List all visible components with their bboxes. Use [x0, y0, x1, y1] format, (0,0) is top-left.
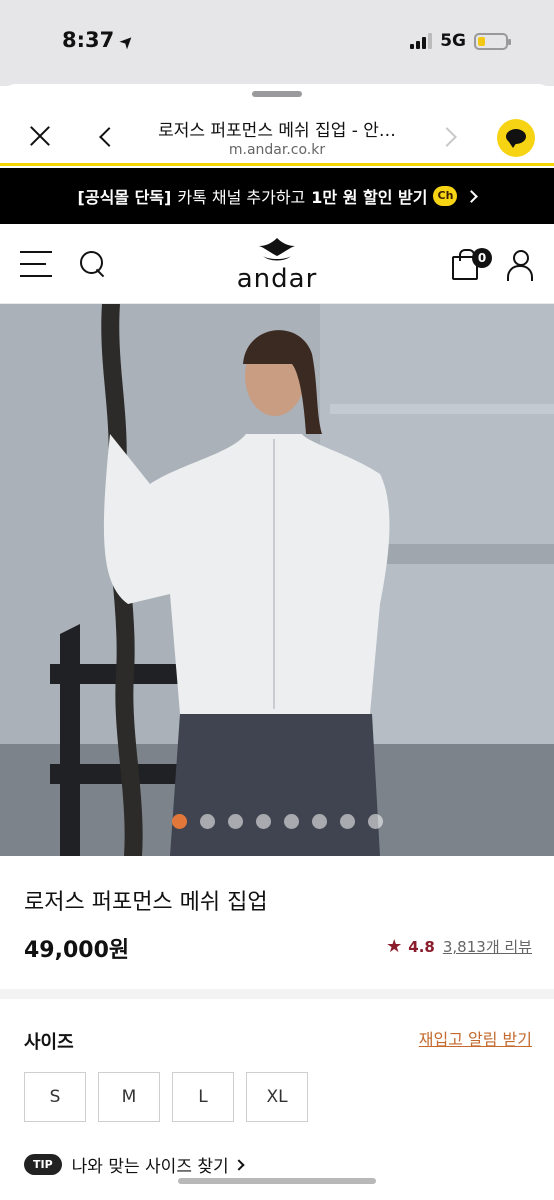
- andar-logo[interactable]: andar: [217, 236, 337, 296]
- browser-sheet: 로저스 퍼포먼스 메쉬 집업 - 안… m.andar.co.kr [공식몰 단…: [0, 84, 554, 1200]
- kakao-chat-button[interactable]: [497, 119, 535, 157]
- chevron-right-icon: [232, 1158, 245, 1171]
- sheet-grabber[interactable]: [252, 91, 302, 97]
- status-time: 8:37➤: [62, 28, 139, 54]
- gallery-dot[interactable]: [199, 814, 215, 829]
- gallery-dot[interactable]: [283, 814, 299, 829]
- close-icon[interactable]: [26, 122, 54, 150]
- size-finder-link[interactable]: TIP 나와 맞는 사이즈 찾기: [24, 1152, 245, 1177]
- search-icon[interactable]: [80, 251, 108, 279]
- location-arrow-icon: ➤: [115, 29, 140, 55]
- page-url: m.andar.co.kr: [228, 142, 326, 158]
- gallery-dot[interactable]: [227, 814, 243, 829]
- product-image[interactable]: [0, 304, 554, 856]
- battery-fill: [478, 36, 485, 46]
- gallery-dots: [0, 814, 554, 829]
- battery-icon: [474, 32, 511, 50]
- promo-banner[interactable]: [공식몰 단독] 카톡 채널 추가하고 1만 원 할인 받기 Ch: [0, 168, 554, 224]
- product-photo: [0, 304, 554, 856]
- chat-bubble-icon: [506, 129, 526, 148]
- site-header: andar 0: [0, 224, 554, 304]
- home-indicator[interactable]: [178, 1178, 376, 1184]
- promo-tag: [공식몰 단독]: [77, 188, 172, 207]
- review-count-link[interactable]: 3,813개 리뷰: [443, 936, 532, 957]
- star-icon: ★: [386, 936, 403, 957]
- product-price: 49,000원: [24, 938, 130, 963]
- size-options: S M L XL: [24, 1072, 308, 1122]
- tip-badge: TIP: [24, 1154, 62, 1175]
- chevron-right-icon: [465, 189, 479, 203]
- forward-icon[interactable]: [437, 127, 457, 147]
- gallery-dot[interactable]: [311, 814, 327, 829]
- gallery-dot[interactable]: [255, 814, 271, 829]
- size-finder-text: 나와 맞는 사이즈 찾기: [71, 1157, 229, 1177]
- size-label: 사이즈: [24, 1032, 74, 1053]
- time-text: 8:37: [62, 28, 115, 52]
- size-option-m[interactable]: M: [98, 1072, 160, 1122]
- logo-text: andar: [236, 264, 318, 294]
- gallery-dot[interactable]: [367, 814, 383, 829]
- gallery-dot[interactable]: [339, 814, 355, 829]
- size-option-s[interactable]: S: [24, 1072, 86, 1122]
- section-divider: [0, 989, 554, 999]
- size-option-l[interactable]: L: [172, 1072, 234, 1122]
- cart-count-badge: 0: [472, 248, 492, 268]
- logo-mark-icon: [259, 238, 295, 261]
- kakao-channel-icon: Ch: [433, 186, 458, 206]
- browser-toolbar: 로저스 퍼포먼스 메쉬 집업 - 안… m.andar.co.kr: [0, 102, 554, 166]
- page-title: 로저스 퍼포먼스 메쉬 집업 - 안…: [158, 121, 396, 141]
- user-icon[interactable]: [506, 248, 534, 281]
- restock-alert-link[interactable]: 재입고 알림 받기: [419, 1026, 532, 1050]
- signal-icon: [410, 33, 433, 49]
- gallery-dot[interactable]: [171, 814, 187, 829]
- promo-text: 카톡 채널 추가하고: [177, 188, 306, 207]
- product-name: 로저스 퍼포먼스 메쉬 집업: [24, 890, 268, 915]
- size-option-xl[interactable]: XL: [246, 1072, 308, 1122]
- rating-value: 4.8: [408, 937, 435, 956]
- back-icon[interactable]: [99, 127, 119, 147]
- rating-summary: ★ 4.8 3,813개 리뷰: [386, 936, 532, 957]
- network-type: 5G: [440, 31, 466, 51]
- menu-icon[interactable]: [20, 251, 52, 277]
- promo-highlight: 1만 원 할인 받기: [311, 188, 428, 207]
- status-bar: 8:37➤ 5G: [0, 0, 554, 86]
- status-indicators: 5G: [410, 31, 511, 51]
